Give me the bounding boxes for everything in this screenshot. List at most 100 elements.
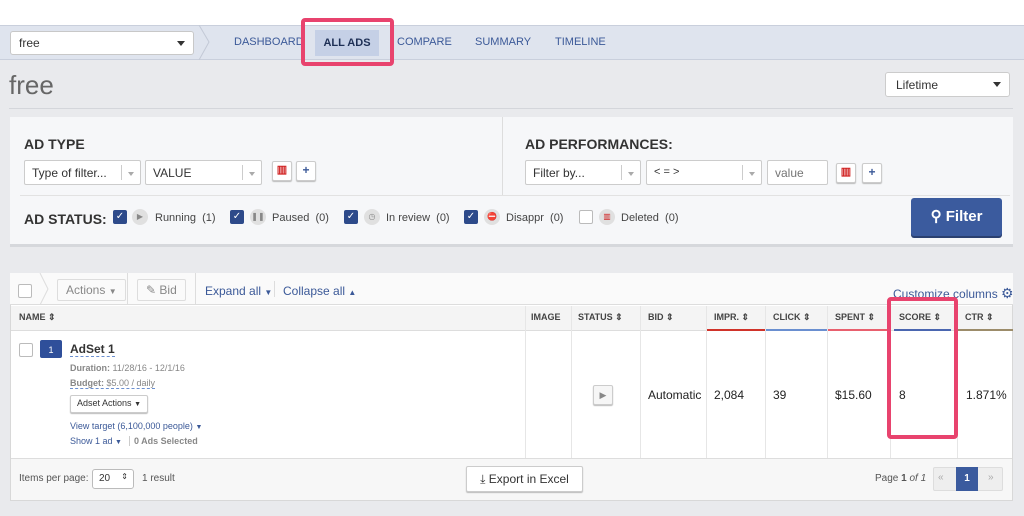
in-review-checkbox[interactable]: ✓ — [344, 210, 358, 224]
divider — [827, 306, 828, 458]
filter-button[interactable]: ⚲ Filter — [911, 198, 1002, 236]
highlight-box — [301, 18, 394, 66]
account-select[interactable]: free — [10, 31, 194, 55]
page-label: Page — [875, 473, 899, 484]
breadcrumb-arrow — [198, 25, 210, 60]
col-status[interactable]: STATUS ⇕ — [578, 312, 623, 323]
status-label: Deleted — [621, 212, 659, 224]
actions-button[interactable]: Actions ▼ — [57, 279, 126, 301]
account-value: free — [19, 36, 40, 50]
click-value: 39 — [773, 388, 787, 402]
status-label: Disappr — [506, 212, 544, 224]
adset-name[interactable]: AdSet 1 — [70, 342, 115, 357]
col-impr[interactable]: IMPR. ⇕ — [714, 312, 749, 323]
status-label: In review — [386, 212, 431, 224]
tab-dashboard[interactable]: DASHBOARD — [234, 36, 304, 48]
budget-label: Budget: — [70, 378, 104, 388]
status-deleted: Deleted (0) — [621, 212, 679, 224]
divider — [20, 195, 1010, 196]
deleted-checkbox[interactable] — [579, 210, 593, 224]
period-select[interactable]: Lifetime — [885, 72, 1010, 97]
chevron-down-icon: ▼ — [195, 424, 203, 431]
chevron-down-icon — [128, 172, 134, 176]
page-title: free — [9, 70, 54, 100]
delete-performance-filter-button[interactable]: ▥ — [836, 163, 856, 183]
play-status-button[interactable]: ▶ — [593, 385, 613, 405]
plus-icon: + — [868, 165, 876, 179]
add-filter-button[interactable]: + — [296, 161, 316, 181]
play-icon: ▶ — [599, 390, 607, 400]
col-ctr[interactable]: CTR ⇕ — [965, 312, 994, 323]
tab-compare[interactable]: COMPARE — [397, 36, 452, 48]
spent-value: $15.60 — [835, 388, 872, 402]
status-count: (0) — [550, 212, 564, 224]
folder-icon: 1 — [40, 340, 62, 358]
value-input[interactable] — [767, 160, 828, 185]
col-image: IMAGE — [531, 312, 561, 322]
col-bid[interactable]: BID ⇕ — [648, 312, 674, 323]
impr-underline — [706, 329, 765, 331]
click-underline — [765, 329, 827, 331]
of-label: of — [909, 473, 918, 484]
download-icon: ⤓ — [480, 472, 486, 486]
col-click[interactable]: CLICK ⇕ — [773, 312, 811, 323]
bid-label: Bid — [159, 283, 177, 297]
col-label: NAME — [19, 312, 46, 322]
tab-timeline[interactable]: TIMELINE — [555, 36, 606, 48]
prev-page-button[interactable]: « — [938, 472, 944, 483]
disapproved-checkbox[interactable]: ✓ — [464, 210, 478, 224]
col-label: CLICK — [773, 312, 801, 322]
pencil-icon: ✎ — [146, 283, 157, 297]
divider — [502, 117, 503, 195]
status-count: (0) — [315, 212, 329, 224]
type-filter-select[interactable]: Type of filter... — [24, 160, 141, 185]
next-page-button[interactable]: » — [988, 472, 994, 483]
budget[interactable]: Budget: $5.00 / daily — [70, 378, 156, 389]
clock-icon: ◷ — [364, 209, 380, 225]
add-performance-filter-button[interactable]: + — [862, 163, 882, 183]
paused-checkbox[interactable]: ✓ — [230, 210, 244, 224]
status-count: (0) — [436, 212, 450, 224]
filter-by-value: Filter by... — [533, 166, 585, 180]
divider — [242, 165, 243, 180]
export-label: Export in Excel — [488, 472, 569, 486]
operator-select[interactable]: < = > — [646, 160, 762, 185]
col-label: IMPR. — [714, 312, 740, 322]
chevron-down-icon — [249, 172, 255, 176]
per-page-value: 20 — [99, 473, 111, 484]
blocked-icon: ⛔ — [484, 209, 500, 225]
impr-value: 2,084 — [714, 388, 745, 402]
collapse-all-link[interactable]: Collapse all ▲ — [283, 284, 356, 298]
status-running: Running (1) — [155, 212, 216, 224]
running-checkbox[interactable]: ✓ — [113, 210, 127, 224]
chevron-up-icon: ▲ — [348, 288, 357, 297]
folder-count: 1 — [48, 345, 54, 355]
col-label: CTR — [965, 312, 984, 322]
adset-actions-button[interactable]: Adset Actions ▼ — [70, 395, 148, 413]
pause-icon: ❚❚ — [250, 209, 266, 225]
chevron-down-icon: ▼ — [115, 439, 122, 446]
page-indicator: Page 1 of 1 — [875, 473, 926, 484]
page-1-button[interactable]: 1 — [956, 467, 978, 491]
view-target-link[interactable]: View target (6,100,000 people) ▼ — [70, 421, 202, 431]
tab-summary[interactable]: SUMMARY — [475, 36, 531, 48]
col-name[interactable]: NAME ⇕ — [19, 312, 56, 323]
select-all-checkbox[interactable] — [18, 284, 32, 298]
operator-value: < = > — [654, 166, 680, 178]
expand-all-link[interactable]: Expand all ▼ — [205, 284, 272, 298]
period-value: Lifetime — [896, 78, 939, 92]
divider — [195, 273, 196, 305]
export-excel-button[interactable]: ⤓ Export in Excel — [466, 466, 583, 492]
show-ads-link[interactable]: Show 1 ad ▼ — [70, 436, 122, 446]
col-label: IMAGE — [531, 312, 561, 322]
row-checkbox[interactable] — [19, 343, 33, 357]
divider — [706, 306, 707, 458]
ctr-value: 1.871% — [966, 388, 1007, 402]
col-spent[interactable]: SPENT ⇕ — [835, 312, 875, 323]
items-per-page-select[interactable]: 20 ⇕ — [92, 469, 134, 489]
delete-filter-button[interactable]: ▥ — [272, 161, 292, 181]
bid-button[interactable]: ✎ Bid — [137, 279, 186, 301]
status-paused: Paused (0) — [272, 212, 329, 224]
filter-by-select[interactable]: Filter by... — [525, 160, 641, 185]
value-select[interactable]: VALUE — [145, 160, 262, 185]
